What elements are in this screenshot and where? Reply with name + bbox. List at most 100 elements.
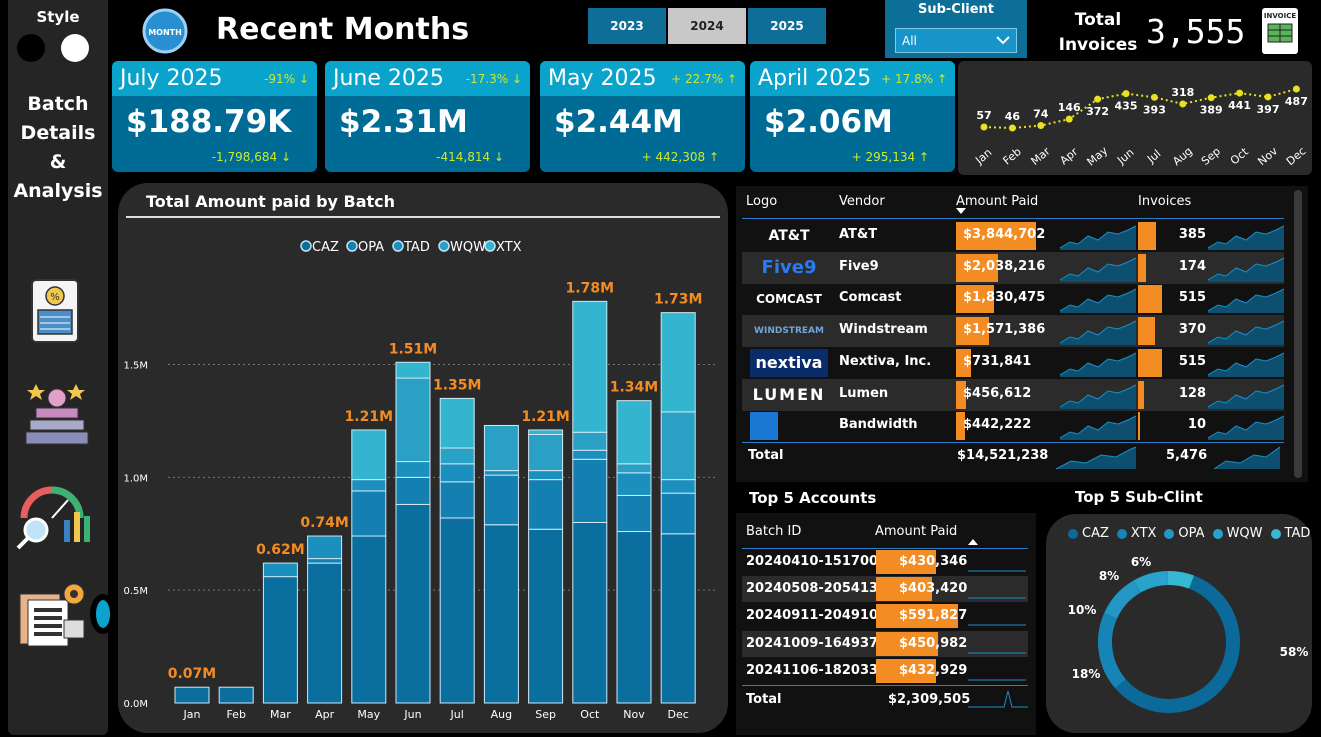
kpi-card-2[interactable]: May 2025 + 22.7% ↑ $2.44M + 442,308 ↑	[540, 61, 745, 172]
trend-point[interactable]	[1236, 89, 1244, 97]
bar-segment-opa[interactable]	[307, 558, 343, 564]
vendor-row[interactable]: nextiva Nextiva, Inc. $731,841 515	[742, 347, 1284, 379]
bar-segment-caz[interactable]	[528, 528, 564, 704]
bar-segment-caz[interactable]	[262, 576, 298, 704]
kpi-card-1[interactable]: June 2025 -17.3% ↓ $2.31M -414,814 ↓	[325, 61, 530, 172]
subclient-dropdown[interactable]: All	[895, 28, 1017, 53]
legend-item[interactable]: OPA	[1164, 526, 1205, 541]
trend-point[interactable]	[1008, 124, 1016, 132]
legend-item[interactable]: CAZ	[1068, 526, 1109, 541]
bar-segment-caz[interactable]	[218, 686, 254, 704]
bar-segment-wqw[interactable]	[483, 424, 519, 472]
bar-segment-xtx[interactable]	[395, 361, 431, 379]
trend-point[interactable]	[1037, 122, 1045, 130]
bar-segment-xtx[interactable]	[616, 400, 652, 465]
header-invoices[interactable]: Invoices	[1138, 194, 1191, 209]
account-row[interactable]: 20241106-182033 $432,929	[742, 658, 1028, 684]
bar-segment-wqw[interactable]	[439, 447, 475, 465]
vendor-row[interactable]: COMCAST Comcast $1,830,475 515	[742, 283, 1284, 315]
bar-segment-tad[interactable]	[572, 449, 608, 460]
trend-point[interactable]	[1094, 95, 1102, 103]
account-row[interactable]: 20240410-151700 $430,346	[742, 549, 1028, 575]
trend-point[interactable]	[1122, 90, 1130, 98]
year-button-2024[interactable]: 2024	[668, 8, 746, 44]
bar-segment-opa[interactable]	[483, 474, 519, 526]
header-batch-id[interactable]: Batch ID	[746, 524, 801, 539]
bar-segment-opa[interactable]	[351, 490, 387, 537]
trend-point[interactable]	[1207, 94, 1215, 102]
bar-segment-caz[interactable]	[572, 521, 608, 704]
bar-segment-wqw[interactable]	[572, 431, 608, 451]
bar-segment-caz[interactable]	[660, 533, 696, 704]
bar-segment-xtx[interactable]	[660, 312, 696, 413]
vendor-row[interactable]: Five9 Five9 $2,038,216 174	[742, 251, 1284, 284]
bar-segment-tad[interactable]	[660, 479, 696, 494]
bar-segment-opa[interactable]	[572, 458, 608, 523]
year-button-2025[interactable]: 2025	[748, 8, 826, 44]
donut-slice-opa[interactable]	[1104, 580, 1141, 619]
bar-segment-tad[interactable]	[439, 463, 475, 483]
bar-segment-xtx[interactable]	[351, 429, 387, 481]
bar-segment-caz[interactable]	[616, 531, 652, 704]
donut-slice-tad[interactable]	[1167, 571, 1195, 589]
legend-label[interactable]: XTX	[496, 240, 522, 255]
trend-point[interactable]	[980, 123, 988, 131]
vertical-scrollbar[interactable]	[1294, 190, 1302, 478]
account-row[interactable]: 20240508-205413 $403,420	[742, 576, 1028, 603]
legend-label[interactable]: CAZ	[312, 240, 339, 255]
collapse-sidebar-handle[interactable]	[90, 594, 116, 634]
bar-segment-caz[interactable]	[483, 524, 519, 704]
bar-segment-caz[interactable]	[439, 517, 475, 704]
dark-theme-toggle[interactable]	[17, 34, 45, 62]
year-button-2023[interactable]: 2023	[588, 8, 666, 44]
bar-segment-wqw[interactable]	[616, 463, 652, 474]
vendor-row[interactable]: LUMEN Lumen $456,612 128	[742, 378, 1284, 411]
bar-segment-caz[interactable]	[174, 686, 210, 704]
bar-segment-wqw[interactable]	[528, 433, 564, 472]
vendor-row[interactable]: AT&T AT&T $3,844,702 385	[742, 220, 1284, 252]
legend-item[interactable]: TAD	[1270, 526, 1310, 541]
bar-segment-xtx[interactable]	[572, 300, 608, 433]
donut-slice-wqw[interactable]	[1133, 571, 1169, 593]
legend-label[interactable]: TAD	[403, 240, 430, 255]
trend-point[interactable]	[1065, 115, 1073, 123]
analytics-gauge-icon[interactable]	[14, 482, 92, 552]
bar-segment-tad[interactable]	[351, 479, 387, 492]
bar-segment-opa[interactable]	[528, 479, 564, 530]
header-amount-paid[interactable]: Amount Paid	[956, 194, 1038, 209]
legend-label[interactable]: OPA	[358, 240, 384, 255]
bar-segment-opa[interactable]	[616, 494, 652, 533]
trend-point[interactable]	[1150, 93, 1158, 101]
bar-segment-caz[interactable]	[395, 503, 431, 704]
account-row[interactable]: 20240911-204910 $591,827	[742, 603, 1028, 629]
donut-slice-caz[interactable]	[1115, 575, 1240, 713]
bar-segment-tad[interactable]	[483, 470, 519, 476]
header-amount-paid[interactable]: Amount Paid	[875, 524, 957, 539]
award-podium-icon[interactable]	[20, 376, 90, 450]
bar-segment-wqw[interactable]	[395, 377, 431, 463]
bar-segment-tad[interactable]	[395, 461, 431, 478]
donut-slice-xtx[interactable]	[1098, 612, 1126, 689]
legend-label[interactable]: WQW	[450, 240, 486, 255]
account-row[interactable]: 20241009-164937 $450,982	[742, 630, 1028, 657]
bar-segment-opa[interactable]	[395, 476, 431, 505]
header-vendor[interactable]: Vendor	[839, 194, 885, 209]
bar-segment-wqw[interactable]	[660, 411, 696, 481]
bar-segment-caz[interactable]	[351, 535, 387, 704]
bar-segment-tad[interactable]	[528, 470, 564, 481]
vendor-row[interactable]: Bandwidth $442,222 10	[742, 410, 1284, 442]
bar-segment-tad[interactable]	[616, 472, 652, 496]
vendor-row[interactable]: WINDSTREAM Windstream $1,571,386 370	[742, 315, 1284, 348]
bar-segment-tad[interactable]	[307, 535, 343, 560]
kpi-card-0[interactable]: July 2025 -91% ↓ $188.79K -1,798,684 ↓	[112, 61, 317, 172]
bar-segment-xtx[interactable]	[528, 429, 564, 435]
trend-point[interactable]	[1179, 100, 1187, 108]
bar-segment-opa[interactable]	[660, 492, 696, 535]
trend-point[interactable]	[1292, 85, 1300, 93]
kpi-card-3[interactable]: April 2025 + 17.8% ↑ $2.06M + 295,134 ↑	[750, 61, 955, 172]
report-settings-icon[interactable]	[16, 580, 88, 650]
bar-segment-opa[interactable]	[439, 481, 475, 519]
trend-point[interactable]	[1264, 93, 1272, 101]
legend-item[interactable]: XTX	[1116, 526, 1156, 541]
bar-segment-xtx[interactable]	[439, 397, 475, 449]
